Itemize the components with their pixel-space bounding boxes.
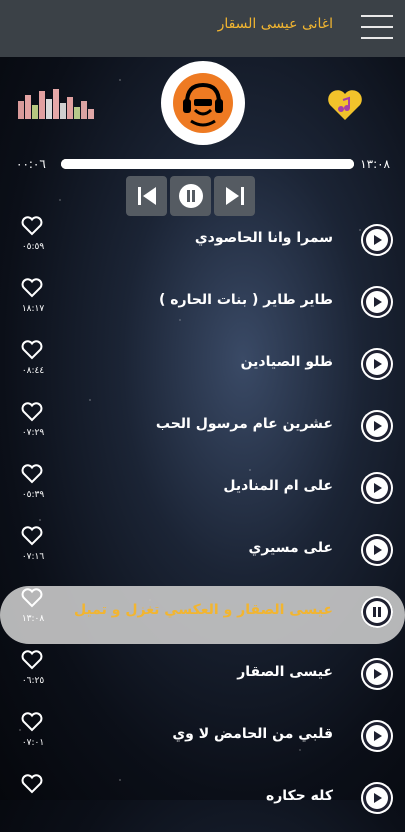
song-title[interactable]: على ام المناديل — [223, 478, 333, 494]
heart-outline-icon[interactable] — [21, 712, 43, 732]
song-play-button[interactable] — [361, 224, 393, 256]
play-icon — [374, 297, 382, 307]
skip-next-icon — [225, 187, 244, 205]
pause-icon — [373, 607, 381, 617]
heart-outline-icon[interactable] — [21, 588, 43, 608]
pause-button[interactable] — [170, 176, 211, 216]
play-icon — [374, 545, 382, 555]
play-icon — [374, 421, 382, 431]
song-play-button[interactable] — [361, 534, 393, 566]
song-row[interactable]: ٠٦:٢٥ عيسى الصقار — [0, 646, 405, 708]
next-button[interactable] — [214, 176, 255, 216]
song-play-button[interactable] — [361, 472, 393, 504]
song-duration: ١٨:١٧ — [21, 304, 45, 314]
play-icon — [374, 793, 382, 803]
song-title[interactable]: كله حكاره — [266, 788, 333, 804]
song-title[interactable]: قلبي من الحامض لا وي — [172, 726, 333, 742]
song-title[interactable]: على مسيري — [249, 540, 334, 556]
seek-bar[interactable] — [61, 159, 354, 169]
song-play-button[interactable] — [361, 410, 393, 442]
song-duration: ٠٧:٠١ — [21, 738, 45, 748]
song-title[interactable]: طاير طاير ( بنات الحاره ) — [159, 292, 333, 308]
song-row[interactable]: ٠٧:١٦ على مسيري — [0, 522, 405, 584]
song-duration: ٠٧:١٦ — [21, 552, 45, 562]
play-icon — [374, 359, 382, 369]
song-play-button[interactable] — [361, 286, 393, 318]
heart-outline-icon[interactable] — [21, 278, 43, 298]
song-list: ٠٥:٥٩ سمرا وانا الحاصودي ١٨:١٧ طاير طاير… — [0, 212, 405, 832]
song-title[interactable]: طلو الصيادين — [241, 354, 333, 370]
song-play-button[interactable] — [361, 720, 393, 752]
song-play-button[interactable] — [361, 658, 393, 690]
total-time: ١٣:٠٨ — [360, 157, 390, 171]
song-pause-button[interactable] — [361, 596, 393, 628]
hamburger-menu-icon[interactable] — [361, 15, 393, 41]
app-title: اغانى عيسى السقار — [217, 16, 333, 32]
playback-controls — [126, 176, 255, 216]
song-row[interactable]: ٠٥:٥٩ سمرا وانا الحاصودي — [0, 212, 405, 274]
song-duration: ٠٥:٥٩ — [21, 242, 45, 252]
seek-bar-fill — [61, 159, 354, 169]
heart-outline-icon[interactable] — [21, 650, 43, 670]
song-play-button[interactable] — [361, 348, 393, 380]
song-title[interactable]: عيسى الصقار و العكسي تغزل و تميل — [74, 602, 333, 618]
song-title[interactable]: عيسى الصقار — [237, 664, 333, 680]
song-row[interactable]: ٠٨:٤٤ طلو الصيادين — [0, 336, 405, 398]
song-duration: ٠٧:٢٩ — [21, 428, 45, 438]
play-icon — [374, 731, 382, 741]
skip-previous-icon — [137, 187, 156, 205]
play-icon — [374, 483, 382, 493]
heart-outline-icon[interactable] — [21, 526, 43, 546]
song-duration: ٠٨:٤٤ — [21, 366, 45, 376]
previous-button[interactable] — [126, 176, 167, 216]
song-row[interactable]: ١٨:١٧ طاير طاير ( بنات الحاره ) — [0, 274, 405, 336]
song-row[interactable]: ٠٧:٢٩ عشرين عام مرسول الحب — [0, 398, 405, 460]
song-title[interactable]: سمرا وانا الحاصودي — [195, 230, 333, 246]
dj-headphones-icon — [161, 61, 245, 145]
song-row[interactable]: ١٣:٠٨ عيسى الصقار و العكسي تغزل و تميل — [0, 584, 405, 646]
top-bar: اغانى عيسى السقار — [0, 0, 405, 57]
song-row[interactable]: كله حكاره — [0, 770, 405, 832]
heart-outline-icon[interactable] — [21, 774, 43, 794]
song-row[interactable]: ٠٥:٣٩ على ام المناديل — [0, 460, 405, 522]
heart-music-note-icon[interactable] — [326, 88, 364, 122]
song-duration: ١٣:٠٨ — [21, 614, 45, 624]
song-duration: ٠٥:٣٩ — [21, 490, 45, 500]
elapsed-time: ٠٠:٠٦ — [16, 157, 46, 171]
equalizer-icon[interactable] — [18, 87, 98, 119]
play-icon — [374, 669, 382, 679]
heart-outline-icon[interactable] — [21, 216, 43, 236]
heart-outline-icon[interactable] — [21, 340, 43, 360]
song-play-button[interactable] — [361, 782, 393, 814]
play-icon — [374, 235, 382, 245]
song-duration: ٠٦:٢٥ — [21, 676, 45, 686]
heart-outline-icon[interactable] — [21, 464, 43, 484]
song-row[interactable]: ٠٧:٠١ قلبي من الحامض لا وي — [0, 708, 405, 770]
pause-icon — [178, 184, 203, 208]
heart-outline-icon[interactable] — [21, 402, 43, 422]
song-title[interactable]: عشرين عام مرسول الحب — [156, 416, 333, 432]
